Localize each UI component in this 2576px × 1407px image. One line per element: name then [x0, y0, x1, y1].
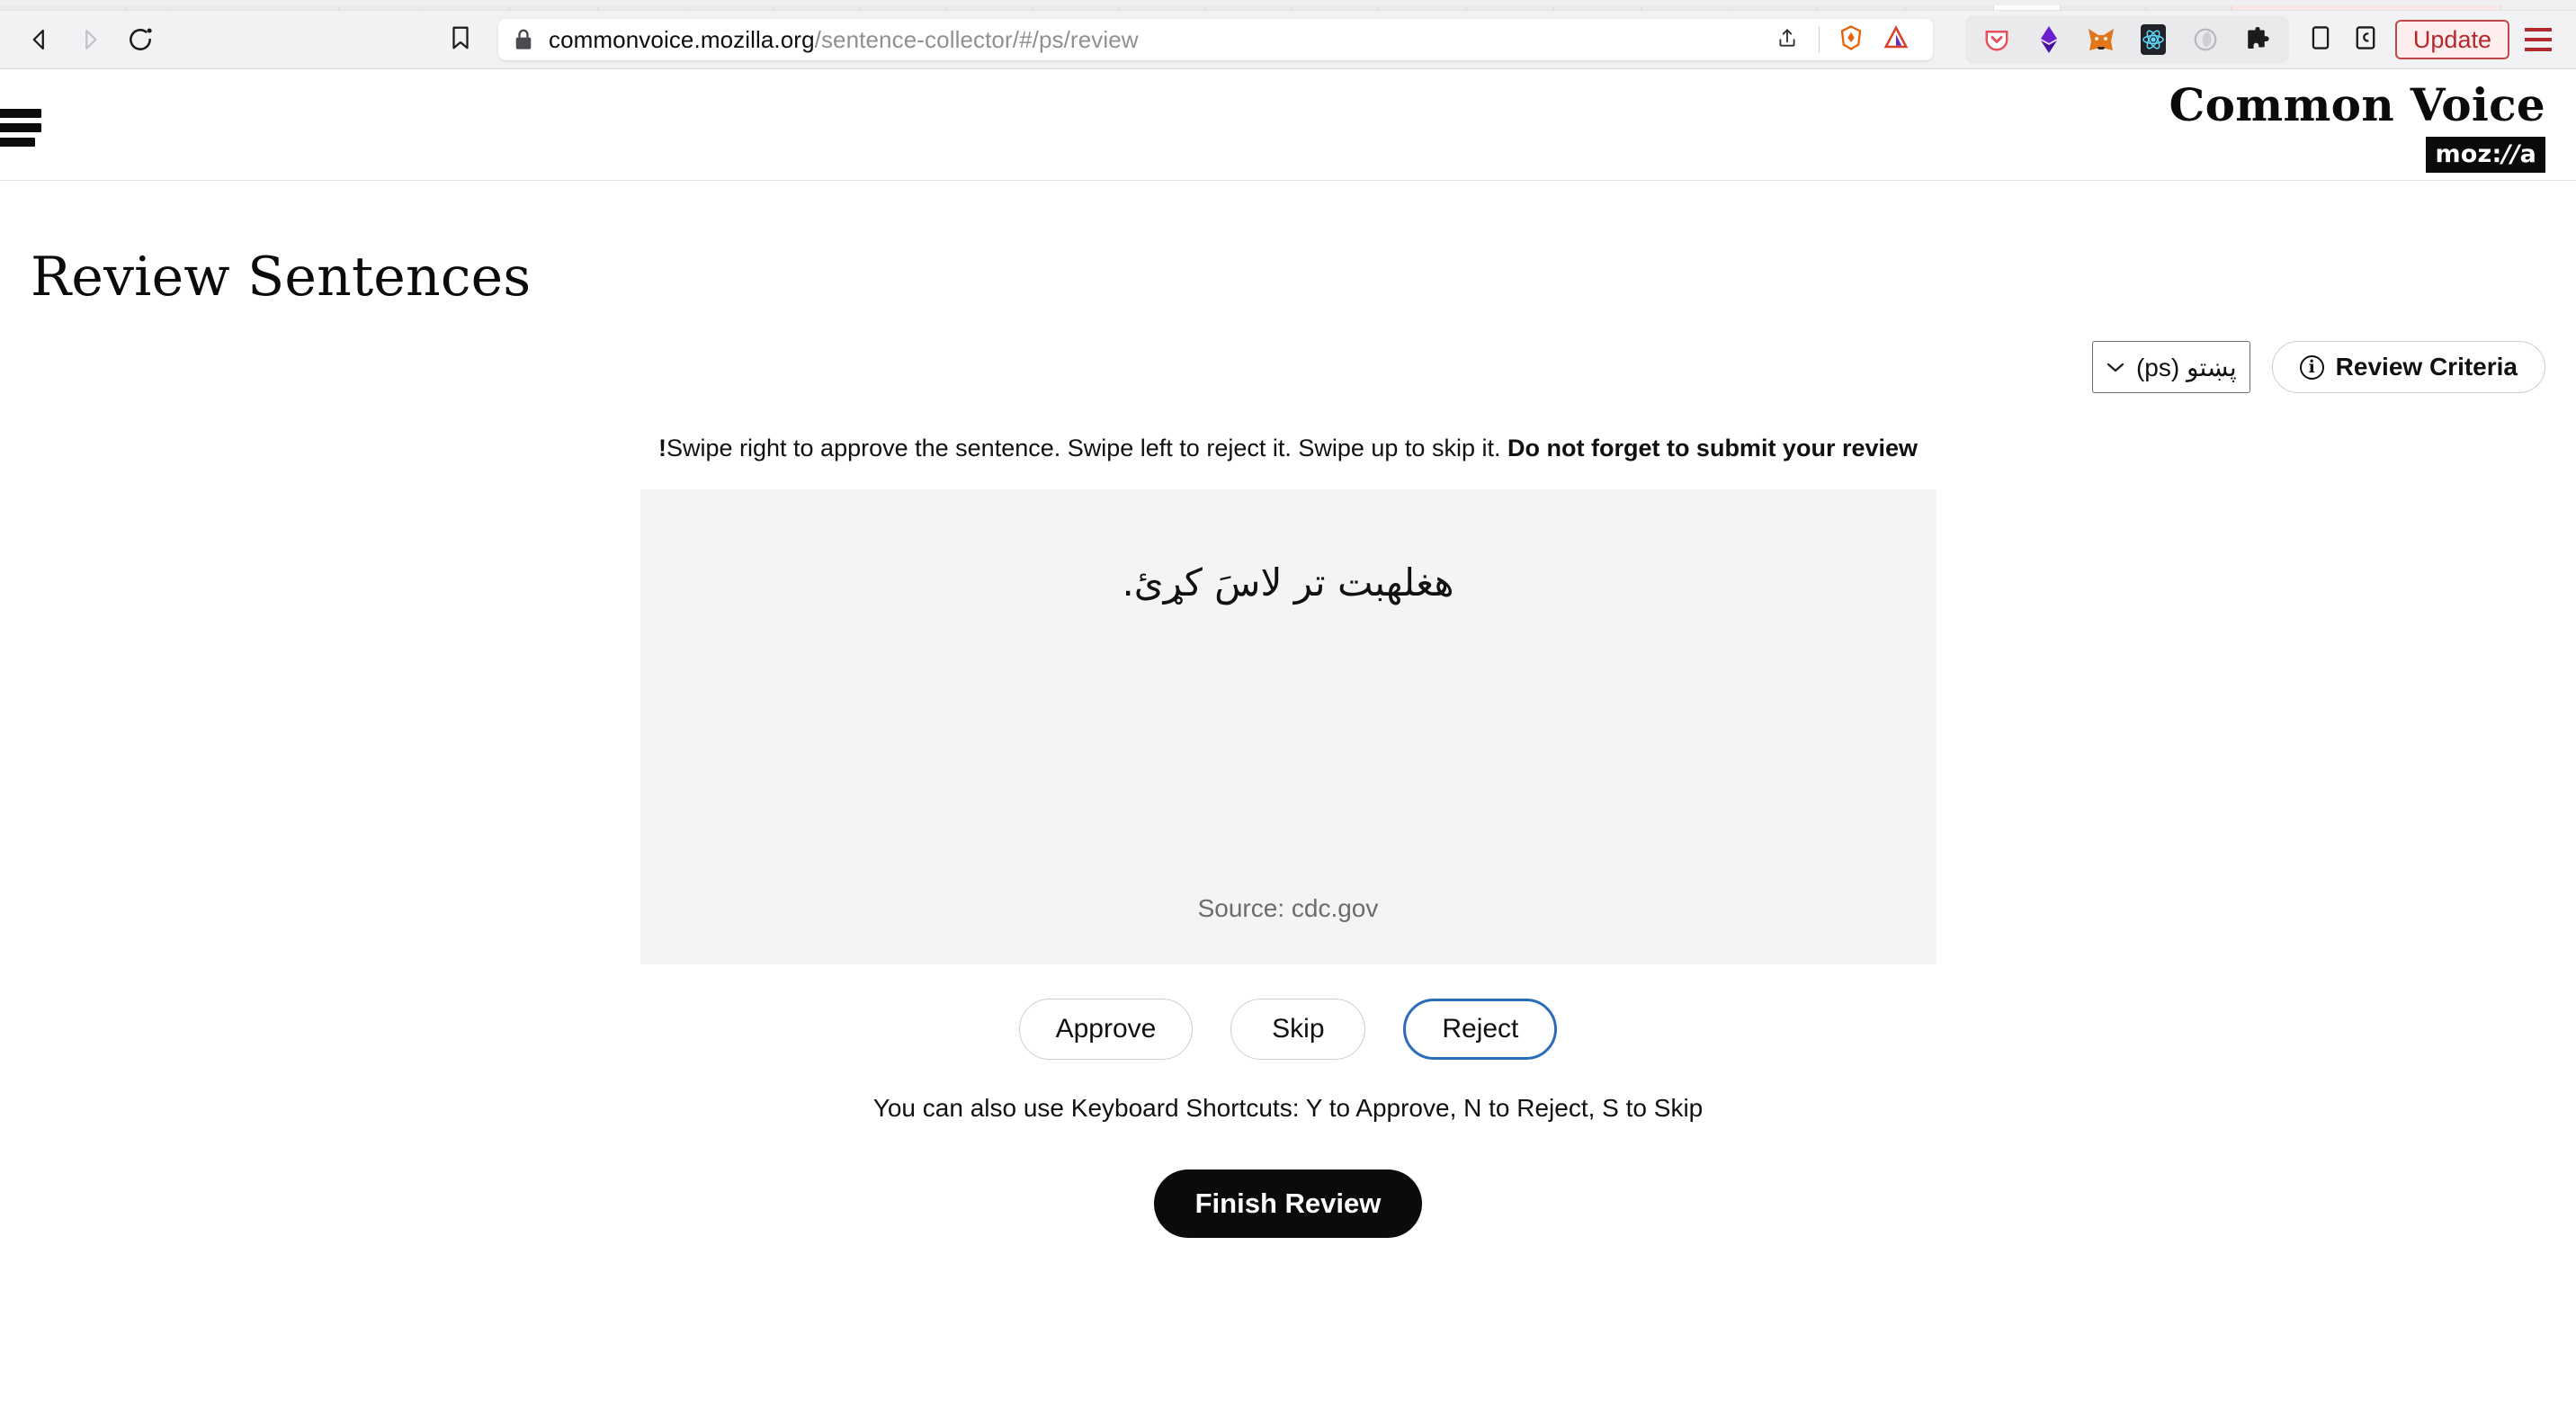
pocket-icon[interactable]	[1971, 18, 2023, 61]
tab-sliver[interactable]	[1554, 5, 1641, 10]
extensions-group	[1964, 15, 2289, 64]
forward-arrow-icon	[76, 26, 103, 53]
mozilla-wordmark: moz://a	[2426, 137, 2545, 174]
url-path: /sentence-collector/#/ps/review	[814, 25, 1139, 53]
tab-sliver[interactable]	[861, 5, 947, 10]
toolbar-divider	[1818, 26, 1820, 53]
forward-button[interactable]	[65, 18, 115, 61]
tab-sliver[interactable]	[423, 5, 510, 10]
tab-strip[interactable]	[0, 0, 2576, 11]
moz-suffix: a	[2519, 140, 2536, 169]
site-header: Common Voice moz://a	[0, 69, 2576, 181]
url-text: commonvoice.mozilla.org/sentence-collect…	[549, 26, 1139, 54]
brave-lion-icon	[1838, 24, 1865, 56]
brave-shields-button[interactable]	[1874, 20, 1919, 59]
brave-rewards-button[interactable]	[1829, 20, 1874, 59]
instructions-text: Swipe right to approve the sentence. Swi…	[31, 435, 2545, 462]
hamburger-line	[2525, 28, 2552, 31]
brand-title: Common Voice	[2169, 77, 2545, 131]
sentence-text: هغلهبت تر لاسَ کړئ.	[1122, 560, 1454, 605]
moz-slashes: //	[2501, 140, 2520, 169]
back-button[interactable]	[14, 18, 65, 61]
tab-sliver[interactable]	[1033, 5, 1120, 10]
language-select[interactable]: پښتو (ps)	[2091, 341, 2250, 393]
reload-button[interactable]	[115, 18, 165, 61]
brave-triangle-icon	[1883, 24, 1910, 56]
hamburger-line	[0, 137, 35, 147]
bookmark-icon	[447, 24, 474, 56]
bookmark-button[interactable]	[435, 18, 486, 61]
review-criteria-label: Review Criteria	[2335, 353, 2518, 381]
instructions-main: Swipe right to approve the sentence. Swi…	[666, 435, 1501, 462]
app-menu-button[interactable]	[2515, 18, 2562, 61]
review-criteria-button[interactable]: i Review Criteria	[2271, 341, 2545, 393]
metamask-fox-icon[interactable]	[2075, 18, 2127, 61]
hamburger-line	[2525, 48, 2552, 51]
hamburger-line	[2525, 38, 2552, 41]
tab-sliver[interactable]	[1292, 5, 1379, 10]
tab-sliver[interactable]	[686, 5, 774, 10]
reader-view-icon	[2353, 24, 2378, 56]
review-actions: Approve Skip Reject	[31, 999, 2545, 1060]
hamburger-line	[0, 108, 41, 118]
tab-sliver[interactable]	[2232, 5, 2501, 10]
criteria-row: i Review Criteria پښتو (ps)	[31, 341, 2545, 393]
info-circle-icon: i	[2299, 354, 2324, 380]
tab-sliver[interactable]	[168, 5, 339, 10]
page-title: Review Sentences	[31, 246, 532, 309]
main-content: Review Sentences i Review Criteria پښتو …	[0, 246, 2576, 1238]
tab-sliver[interactable]	[598, 5, 686, 10]
sentence-card[interactable]: هغلهبت تر لاسَ کړئ. Source: cdc.gov	[640, 489, 1936, 964]
urlbar-actions	[1765, 20, 1919, 59]
tab-sliver[interactable]	[1379, 5, 1467, 10]
language-value: پښتو (ps)	[2135, 353, 2237, 381]
tab-sliver[interactable]	[510, 5, 598, 10]
brand-logo[interactable]: Common Voice moz://a	[2169, 76, 2545, 174]
tab-sliver[interactable]	[1641, 5, 1730, 10]
reload-icon	[126, 25, 155, 54]
tab-sliver[interactable]	[1730, 5, 1818, 10]
sidebar-toggle-button[interactable]	[2298, 20, 2343, 59]
tab-sliver[interactable]	[0, 5, 126, 10]
tab-sliver[interactable]	[1467, 5, 1554, 10]
browser-chrome: commonvoice.mozilla.org/sentence-collect…	[0, 0, 2576, 69]
reject-button[interactable]: Reject	[1403, 999, 1558, 1060]
tab-sliver[interactable]	[774, 5, 861, 10]
puzzle-extensions-icon[interactable]	[2232, 18, 2284, 61]
sidebar-toggle-icon	[2308, 24, 2333, 56]
padlock-icon	[513, 28, 534, 51]
tab-sliver[interactable]	[126, 5, 168, 10]
tab-sliver[interactable]	[1818, 5, 1906, 10]
ethereum-wallet-icon[interactable]	[2023, 18, 2075, 61]
approve-button[interactable]: Approve	[1018, 999, 1194, 1060]
hamburger-line	[0, 122, 41, 132]
toolbar-tail	[2298, 20, 2388, 59]
site-menu-button[interactable]	[0, 108, 41, 147]
share-icon	[1775, 26, 1799, 54]
skip-button[interactable]: Skip	[1230, 999, 1366, 1060]
share-button[interactable]	[1765, 20, 1810, 59]
tab-sliver[interactable]	[2146, 5, 2232, 10]
moon-extension-icon[interactable]	[2179, 18, 2232, 61]
tab-sliver[interactable]	[1906, 5, 1994, 10]
react-devtools-icon[interactable]	[2127, 18, 2179, 61]
browser-toolbar: commonvoice.mozilla.org/sentence-collect…	[0, 11, 2576, 68]
url-domain: commonvoice.mozilla.org	[549, 25, 815, 53]
keyboard-shortcuts-text: You can also use Keyboard Shortcuts: Y t…	[872, 1094, 1704, 1122]
chevron-down-icon	[2106, 361, 2125, 373]
tab-sliver-active[interactable]	[1994, 5, 2061, 10]
update-button[interactable]: Update	[2394, 20, 2509, 59]
back-arrow-icon	[26, 26, 53, 53]
finish-review-button[interactable]: Finish Review	[1153, 1170, 1423, 1238]
tab-sliver[interactable]	[2061, 5, 2146, 10]
tab-sliver[interactable]	[339, 5, 423, 10]
moz-prefix: moz:	[2435, 140, 2502, 169]
url-bar[interactable]: commonvoice.mozilla.org/sentence-collect…	[498, 19, 1933, 60]
tab-sliver[interactable]	[1120, 5, 1206, 10]
reader-view-button[interactable]	[2343, 20, 2388, 59]
sentence-source: Source: cdc.gov	[1197, 894, 1379, 922]
tab-sliver[interactable]	[947, 5, 1033, 10]
finish-review-wrap: Finish Review	[31, 1170, 2545, 1238]
tab-sliver[interactable]	[1206, 5, 1292, 10]
